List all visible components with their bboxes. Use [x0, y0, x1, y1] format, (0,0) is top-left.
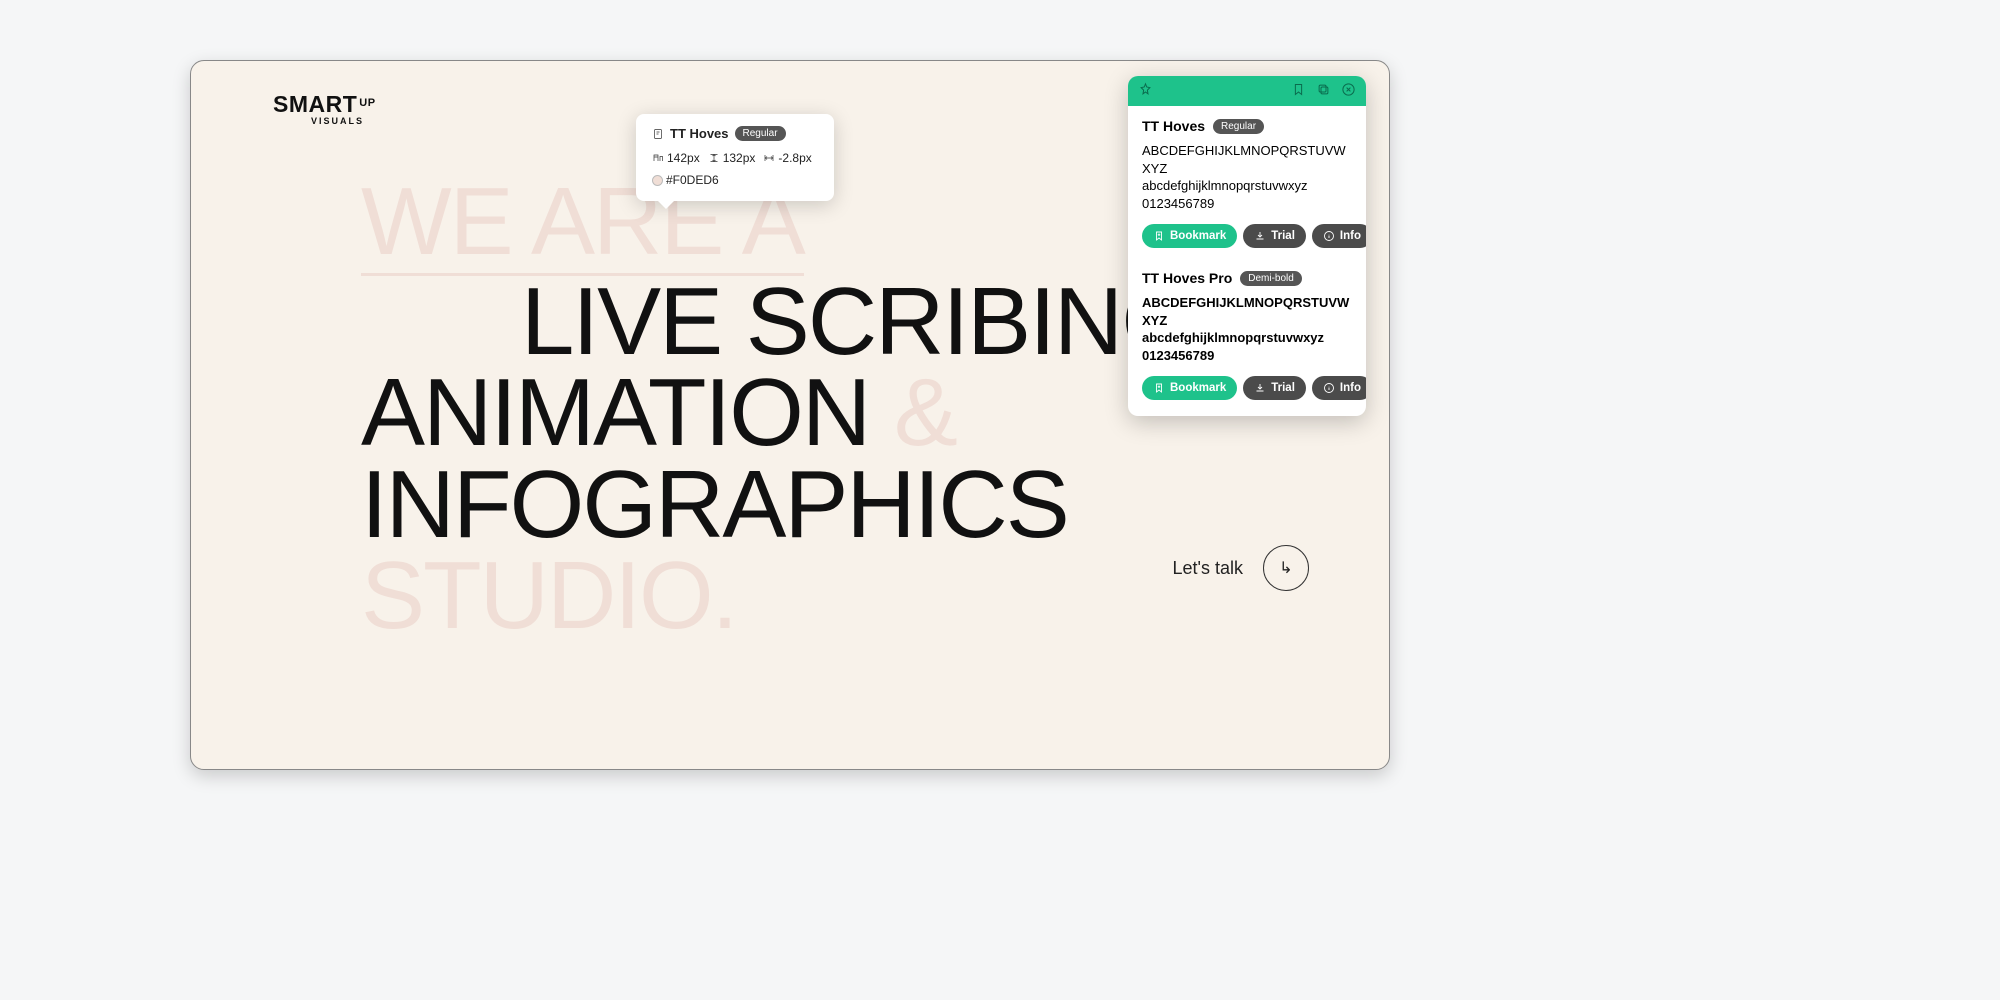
tooltip-letter-spacing: -2.8px [763, 151, 811, 165]
tooltip-color: #F0DED6 [652, 173, 719, 187]
font-name: TT Hoves [1142, 118, 1205, 134]
bookmark-button[interactable]: Bookmark [1142, 376, 1237, 400]
lets-talk-label: Let's talk [1173, 558, 1243, 579]
tooltip-font-size: 142px [652, 151, 700, 165]
font-file-icon [652, 128, 664, 140]
line-height-icon [708, 152, 720, 164]
arrow-icon: ↳ [1263, 545, 1309, 591]
info-button[interactable]: Info [1312, 224, 1366, 248]
font-name: TT Hoves Pro [1142, 270, 1232, 286]
font-inspector-panel: TT Hoves Regular ABCDEFGHIJKLMNOPQRSTUVW… [1128, 76, 1366, 416]
tooltip-line-height: 132px [708, 151, 756, 165]
font-weight-badge: Demi-bold [1240, 271, 1302, 286]
bookmark-plus-icon [1153, 382, 1165, 394]
font-sample: ABCDEFGHIJKLMNOPQRSTUVWXYZ abcdefghijklm… [1142, 142, 1352, 212]
info-button[interactable]: Info [1312, 376, 1366, 400]
letter-spacing-icon [763, 152, 775, 164]
bookmark-icon[interactable] [1291, 82, 1306, 100]
download-icon [1254, 382, 1266, 394]
bookmark-button[interactable]: Bookmark [1142, 224, 1237, 248]
bookmark-plus-icon [1153, 230, 1165, 242]
trial-button[interactable]: Trial [1243, 376, 1306, 400]
extension-logo-icon[interactable] [1138, 82, 1153, 100]
logo-sup: UP [359, 97, 375, 109]
copy-icon[interactable] [1316, 82, 1331, 100]
tooltip-weight-badge: Regular [735, 126, 786, 141]
info-icon [1323, 230, 1335, 242]
close-icon[interactable] [1341, 82, 1356, 100]
hero-line-4: INFOGRAPHICS [361, 459, 1361, 550]
font-sample: ABCDEFGHIJKLMNOPQRSTUVWXYZ abcdefghijklm… [1142, 294, 1352, 364]
info-icon [1323, 382, 1335, 394]
logo-sub: VISUALS [311, 116, 376, 126]
font-inspector-tooltip: TT Hoves Regular 142px 132px -2.8px #F0D… [636, 114, 834, 201]
lets-talk-cta[interactable]: Let's talk ↳ [1173, 545, 1309, 591]
trial-button[interactable]: Trial [1243, 224, 1306, 248]
tooltip-font-name: TT Hoves [670, 126, 729, 141]
font-block-1: TT Hoves Pro Demi-bold ABCDEFGHIJKLMNOPQ… [1142, 270, 1352, 400]
font-weight-badge: Regular [1213, 119, 1264, 134]
logo-brand: SMART [273, 91, 357, 117]
download-icon [1254, 230, 1266, 242]
panel-body: TT Hoves Regular ABCDEFGHIJKLMNOPQRSTUVW… [1128, 106, 1366, 416]
font-size-icon [652, 152, 664, 164]
brand-logo[interactable]: SMARTUP VISUALS [273, 91, 376, 126]
color-swatch-icon [652, 175, 663, 186]
font-block-0: TT Hoves Regular ABCDEFGHIJKLMNOPQRSTUVW… [1142, 118, 1352, 248]
panel-header [1128, 76, 1366, 106]
